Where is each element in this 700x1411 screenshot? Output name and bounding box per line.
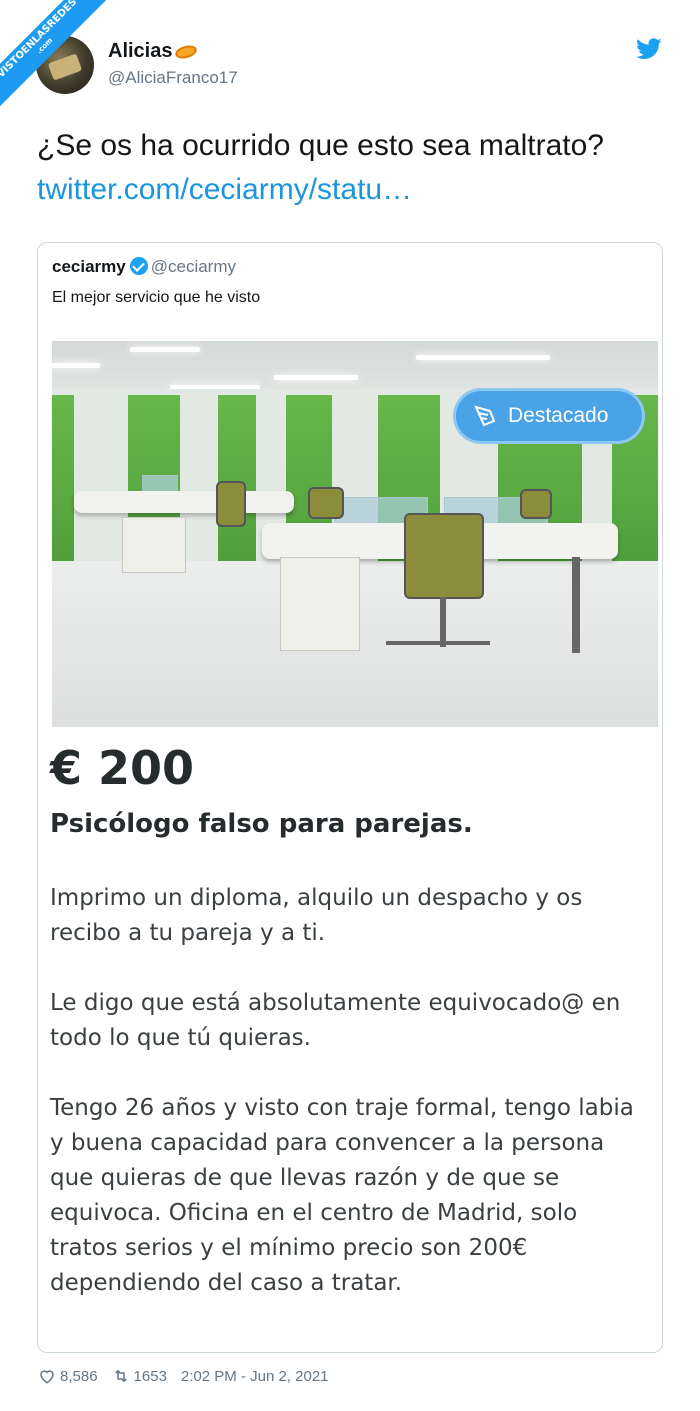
watermark-text: VISTOENLASREDES	[0, 0, 80, 81]
photo-cabinet	[280, 557, 360, 651]
ad-title: Psicólogo falso para parejas.	[50, 809, 473, 839]
photo-ceiling-light	[52, 363, 100, 368]
office-photo[interactable]: Destacado	[52, 341, 658, 727]
photo-ceiling-light	[274, 375, 358, 380]
ad-paragraph: Imprimo un diploma, alquilo un despacho …	[50, 885, 583, 946]
verified-badge-icon	[129, 257, 148, 275]
heart-icon[interactable]	[38, 1367, 56, 1385]
quoted-author-name[interactable]: ceciarmy	[52, 257, 126, 276]
retweet-icon[interactable]	[112, 1367, 130, 1385]
tweet-timestamp[interactable]: 2:02 PM - Jun 2, 2021	[181, 1368, 329, 1385]
tweet-text: ¿Se os ha ocurrido que esto sea maltrato…	[37, 124, 667, 212]
tweet-footer: 8,586 1653 2:02 PM - Jun 2, 2021	[38, 1367, 329, 1385]
author-name-row[interactable]: Alicias	[108, 40, 199, 63]
photo-chair	[308, 487, 344, 519]
ad-paragraph: Tengo 26 años y visto con traje formal, …	[50, 1095, 634, 1296]
quoted-text: El mejor servicio que he visto	[52, 289, 261, 306]
tweet-header: Alicias @AliciaFranco17	[36, 36, 664, 98]
tweet-body: ¿Se os ha ocurrido que esto sea maltrato…	[37, 129, 604, 162]
wings-icon	[474, 405, 496, 427]
quoted-author-handle[interactable]: @ceciarmy	[151, 257, 236, 276]
ad-price: € 200	[50, 741, 195, 795]
photo-desk-leg	[572, 557, 580, 653]
ad-paragraph: Le digo que está absolutamente equivocad…	[50, 990, 621, 1051]
twitter-bird-icon[interactable]	[636, 38, 662, 60]
featured-badge-label: Destacado	[508, 404, 609, 427]
photo-chair	[216, 481, 246, 527]
photo-chair	[520, 489, 552, 519]
photo-chair-stem	[440, 597, 446, 647]
tweet-link[interactable]: twitter.com/ceciarmy/statu…	[37, 173, 412, 206]
photo-cabinet	[122, 517, 186, 573]
watermark-ribbon: VISTOENLASREDES .com	[0, 0, 110, 110]
ad-description: Imprimo un diploma, alquilo un despacho …	[50, 881, 650, 1336]
photo-ceiling-light	[416, 355, 550, 360]
photo-desk	[74, 491, 294, 513]
retweet-count: 1653	[133, 1367, 167, 1385]
photo-green-panel	[52, 395, 74, 575]
photo-ceiling-light	[130, 347, 200, 352]
planet-emoji-icon	[174, 43, 199, 61]
quoted-tweet[interactable]: ceciarmy @ceciarmy El mejor servicio que …	[37, 242, 663, 1353]
like-count: 8,586	[60, 1367, 98, 1385]
featured-badge: Destacado	[456, 391, 642, 441]
quoted-header: ceciarmy @ceciarmy	[52, 257, 236, 277]
author-name[interactable]: Alicias	[108, 40, 172, 62]
photo-chair-base	[386, 641, 490, 645]
author-handle[interactable]: @AliciaFranco17	[108, 68, 238, 88]
photo-chair	[404, 513, 484, 599]
